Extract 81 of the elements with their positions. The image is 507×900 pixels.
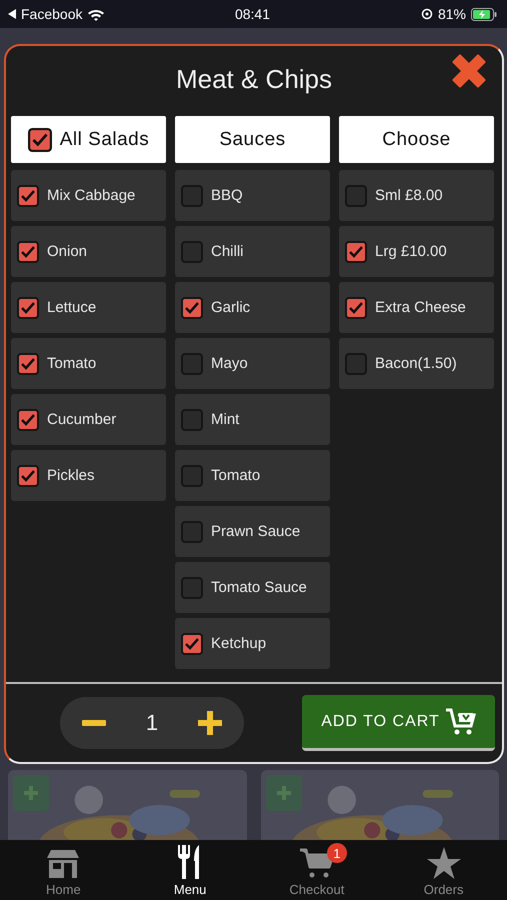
option-label: Cucumber	[47, 411, 116, 428]
option-label: BBQ	[211, 187, 243, 204]
clock: 08:41	[234, 6, 270, 22]
column-header[interactable]: Sauces	[175, 116, 330, 163]
option-row[interactable]: Mint	[175, 394, 330, 445]
option-row[interactable]: Extra Cheese	[339, 282, 494, 333]
option-row[interactable]: Tomato Sauce	[175, 562, 330, 613]
option-row[interactable]: Cucumber	[11, 394, 166, 445]
option-row[interactable]: Chilli	[175, 226, 330, 277]
option-label: Onion	[47, 243, 88, 260]
checkbox[interactable]	[345, 184, 367, 206]
option-label: Lrg £10.00	[375, 243, 447, 260]
option-label: Lettuce	[47, 299, 96, 316]
option-label: Mint	[211, 411, 240, 428]
battery-icon	[470, 8, 497, 20]
checkbox[interactable]	[17, 352, 39, 374]
checkbox[interactable]	[17, 240, 39, 262]
cart-icon	[446, 708, 476, 736]
checkbox[interactable]	[17, 408, 39, 430]
option-row[interactable]: Ketchup	[175, 618, 330, 669]
orientation-lock-icon	[420, 8, 433, 20]
option-row[interactable]: Pickles	[11, 450, 166, 501]
plus-button[interactable]	[198, 711, 222, 735]
checkbox[interactable]	[181, 576, 203, 598]
option-label: Extra Cheese	[375, 299, 466, 316]
option-label: Tomato	[211, 467, 260, 484]
store-icon	[46, 849, 80, 879]
checkbox[interactable]	[181, 184, 203, 206]
checkbox[interactable]	[345, 352, 367, 374]
option-label: Tomato	[47, 355, 96, 372]
checkbox[interactable]	[181, 352, 203, 374]
option-row[interactable]: Mix Cabbage	[11, 170, 166, 221]
option-label: Sml £8.00	[375, 187, 443, 204]
wifi-icon	[87, 8, 106, 20]
checkbox[interactable]	[181, 632, 203, 654]
checkbox[interactable]	[181, 240, 203, 262]
option-row[interactable]: BBQ	[175, 170, 330, 221]
option-label: Bacon(1.50)	[375, 355, 457, 372]
option-row[interactable]: Bacon(1.50)	[339, 338, 494, 389]
tab-item[interactable]: Menu	[126, 840, 254, 900]
checkbox[interactable]	[181, 520, 203, 542]
checkbox[interactable]	[28, 128, 52, 152]
tab-item[interactable]: Orders	[380, 840, 507, 900]
option-label: Mayo	[211, 355, 248, 372]
dialog-title: Meat & Chips	[176, 64, 332, 94]
count-badge: 1	[326, 843, 347, 863]
option-row[interactable]: Lrg £10.00	[339, 226, 494, 277]
tab-item[interactable]: 1 Checkout	[254, 840, 380, 900]
checkbox[interactable]	[181, 408, 203, 430]
option-row[interactable]: Prawn Sauce	[175, 506, 330, 557]
checkbox[interactable]	[17, 464, 39, 486]
checkbox[interactable]	[345, 240, 367, 262]
option-row[interactable]: Onion	[11, 226, 166, 277]
back-icon	[8, 9, 16, 19]
option-label: Prawn Sauce	[211, 523, 300, 540]
option-label: Ketchup	[211, 635, 266, 652]
option-row[interactable]: Sml £8.00	[339, 170, 494, 221]
add-to-cart-button[interactable]: ADD TO CART	[302, 695, 495, 751]
option-label: Pickles	[47, 467, 95, 484]
option-row[interactable]: Lettuce	[11, 282, 166, 333]
option-label: Mix Cabbage	[47, 187, 136, 204]
battery-percent: 81%	[438, 6, 466, 22]
option-label: Garlic	[211, 299, 250, 316]
checkbox[interactable]	[181, 464, 203, 486]
column-header[interactable]: Choose	[339, 116, 494, 163]
option-label: Chilli	[211, 243, 244, 260]
star-icon	[426, 847, 461, 879]
option-row[interactable]: Tomato	[175, 450, 330, 501]
cart-icon	[298, 847, 335, 879]
option-row[interactable]: Mayo	[175, 338, 330, 389]
checkbox[interactable]	[17, 296, 39, 318]
checkbox[interactable]	[17, 184, 39, 206]
back-app-label[interactable]: Facebook	[21, 6, 82, 22]
checkbox[interactable]	[345, 296, 367, 318]
checkbox[interactable]	[181, 296, 203, 318]
option-label: Tomato Sauce	[211, 579, 307, 596]
quantity-value: 1	[146, 710, 158, 736]
option-row[interactable]: Garlic	[175, 282, 330, 333]
tab-item[interactable]: Home	[0, 840, 127, 900]
column-header[interactable]: All Salads	[11, 116, 166, 163]
option-row[interactable]: Tomato	[11, 338, 166, 389]
